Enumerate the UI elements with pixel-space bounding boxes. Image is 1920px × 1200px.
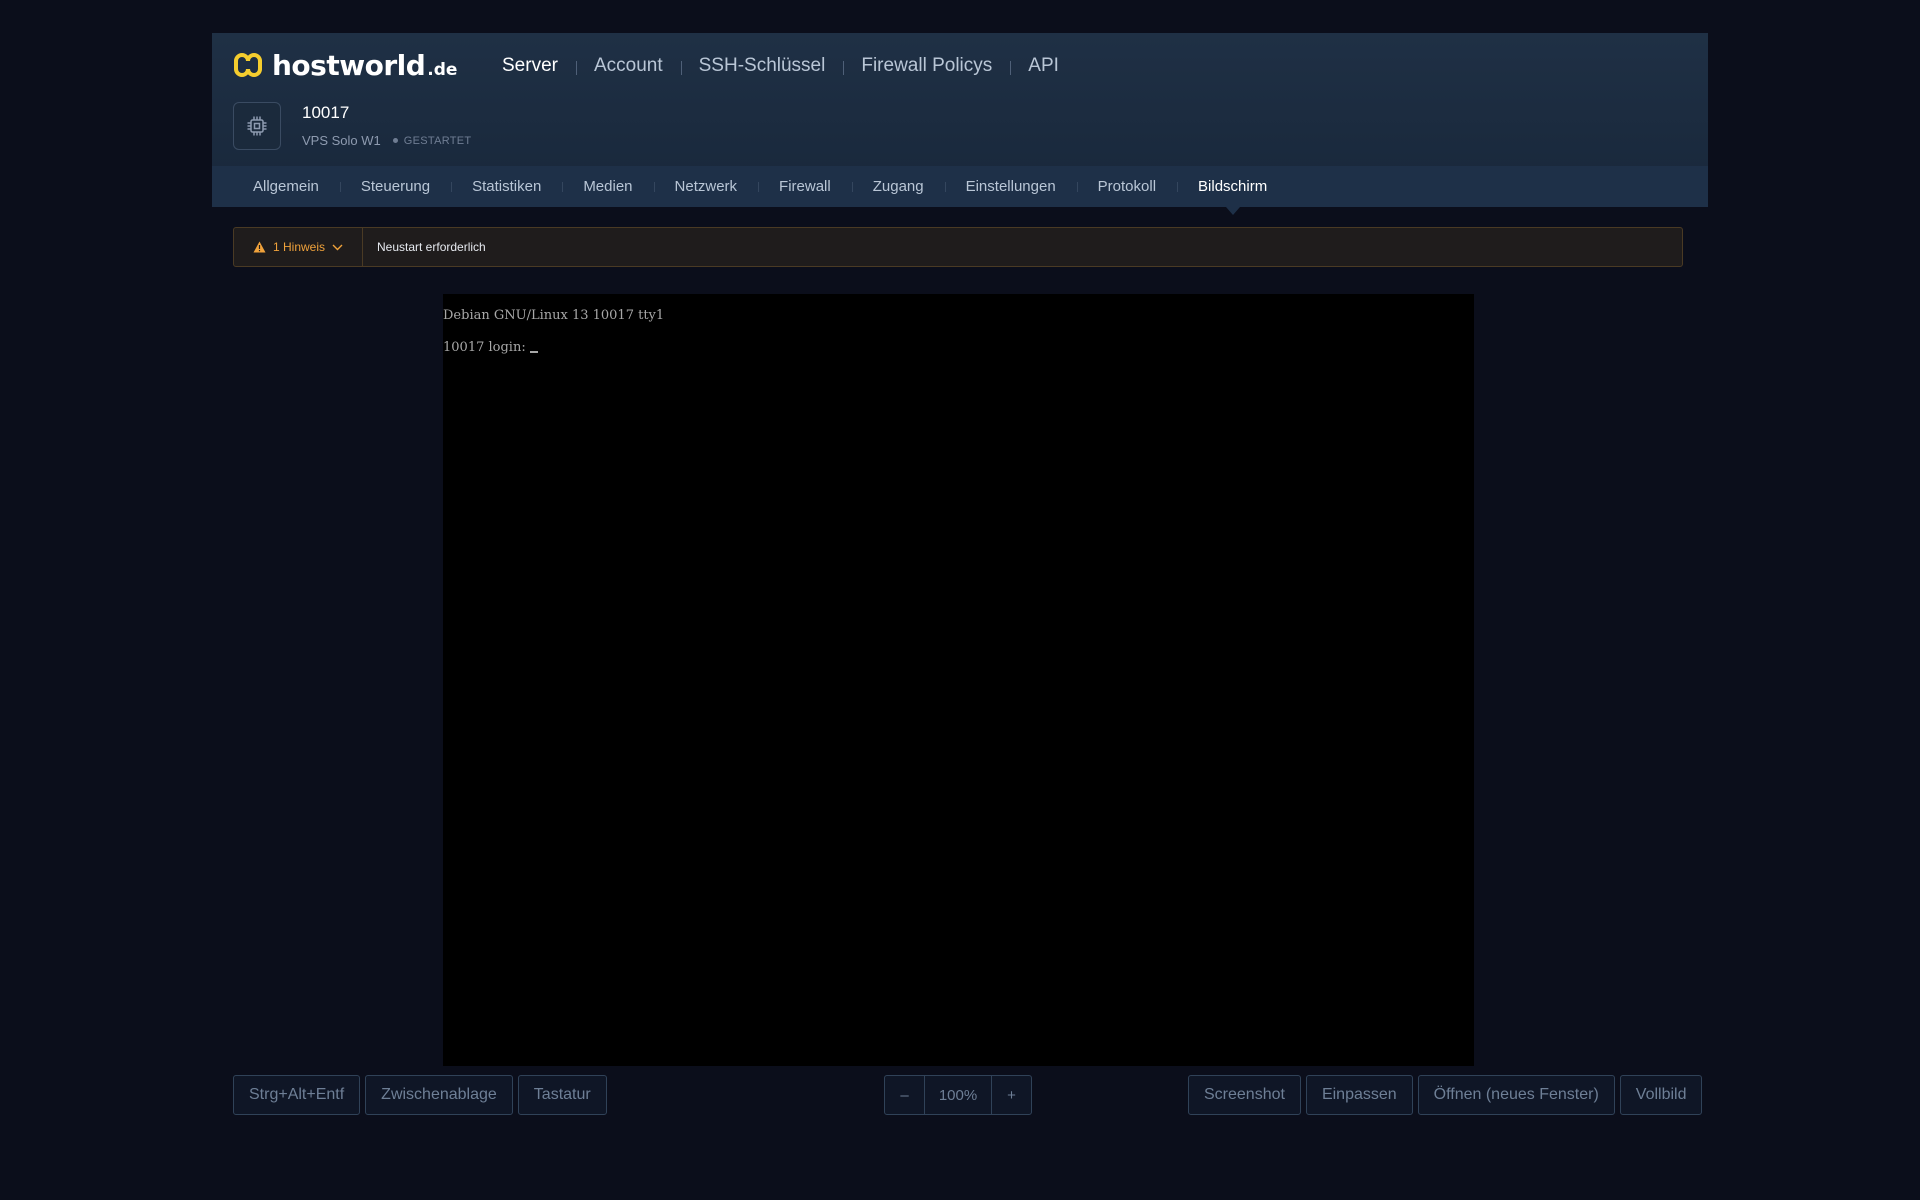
status-dot-icon [392, 138, 398, 143]
zoom-in-button[interactable]: + [992, 1076, 1031, 1114]
tab-firewall[interactable]: Firewall [758, 166, 852, 207]
console-line-1: Debian GNU/Linux 13 10017 tty1 [443, 308, 665, 323]
server-meta: VPS Solo W1 GESTARTET [302, 133, 471, 148]
chevron-down-icon [332, 244, 343, 250]
console-cursor [529, 351, 538, 353]
nav-account[interactable]: Account [575, 55, 681, 77]
status-label: GESTARTET [403, 134, 472, 147]
server-tabs: Allgemein Steuerung Statistiken Medien N… [212, 166, 1708, 215]
tab-medien[interactable]: Medien [562, 166, 653, 207]
nav-server[interactable]: Server [484, 55, 576, 77]
server-header: hostworld .de Server Account SSH-Schlüss… [212, 33, 1708, 215]
cpu-chip-icon [247, 116, 267, 136]
nav-api[interactable]: API [1010, 55, 1077, 77]
notice-message: Neustart erforderlich [377, 240, 486, 254]
notice-count: 1 Hinweis [272, 240, 326, 254]
brand-tld: .de [427, 60, 458, 80]
console-toolbar-left: Strg+Alt+Entf Zwischenablage Tastatur [233, 1075, 607, 1115]
zoom-out-button[interactable]: – [885, 1076, 924, 1114]
fit-button[interactable]: Einpassen [1305, 1075, 1413, 1115]
tab-bildschirm[interactable]: Bildschirm [1177, 166, 1288, 215]
notice-bar: 1 Hinweis Neustart erforderlich [233, 227, 1683, 267]
ctrl-alt-del-button[interactable]: Strg+Alt+Entf [233, 1075, 361, 1115]
nav-ssh-keys[interactable]: SSH-Schlüssel [680, 55, 844, 77]
tab-steuerung[interactable]: Steuerung [339, 166, 451, 207]
console-login-prompt: 10017 login: [443, 340, 526, 355]
zoom-level: 100% [924, 1076, 992, 1114]
clipboard-button[interactable]: Zwischenablage [365, 1075, 513, 1115]
main-nav: Server Account SSH-Schlüssel Firewall Po… [484, 53, 1077, 79]
tab-einstellungen[interactable]: Einstellungen [944, 166, 1077, 207]
top-bar: hostworld .de Server Account SSH-Schlüss… [212, 33, 1708, 168]
brand-logo[interactable]: hostworld .de [232, 47, 457, 83]
nav-firewall-policies[interactable]: Firewall Policys [843, 55, 1010, 77]
warning-icon [253, 241, 266, 253]
open-new-window-button[interactable]: Öffnen (neues Fenster) [1417, 1075, 1615, 1115]
console-toolbar-right: Screenshot Einpassen Öffnen (neues Fenst… [1188, 1075, 1703, 1115]
zoom-control: – 100% + [884, 1075, 1032, 1115]
console-line-2: 10017 login: [443, 340, 538, 355]
status-badge: GESTARTET [392, 134, 472, 147]
brand-name: hostworld [272, 48, 426, 82]
screenshot-button[interactable]: Screenshot [1188, 1075, 1301, 1115]
tab-netzwerk[interactable]: Netzwerk [653, 166, 759, 207]
vnc-console[interactable]: Debian GNU/Linux 13 10017 tty1 10017 log… [443, 294, 1474, 1066]
server-plan: VPS Solo W1 [302, 133, 381, 148]
keyboard-button[interactable]: Tastatur [517, 1075, 607, 1115]
tab-statistiken[interactable]: Statistiken [451, 166, 562, 207]
tab-zugang[interactable]: Zugang [851, 166, 945, 207]
notice-toggle[interactable]: 1 Hinweis [234, 228, 363, 266]
fullscreen-button[interactable]: Vollbild [1619, 1075, 1703, 1115]
tab-protokoll[interactable]: Protokoll [1076, 166, 1177, 207]
hostworld-logo-icon [234, 53, 262, 77]
server-name: 10017 [302, 103, 350, 122]
tab-allgemein[interactable]: Allgemein [232, 166, 340, 207]
server-icon-box [233, 102, 281, 150]
